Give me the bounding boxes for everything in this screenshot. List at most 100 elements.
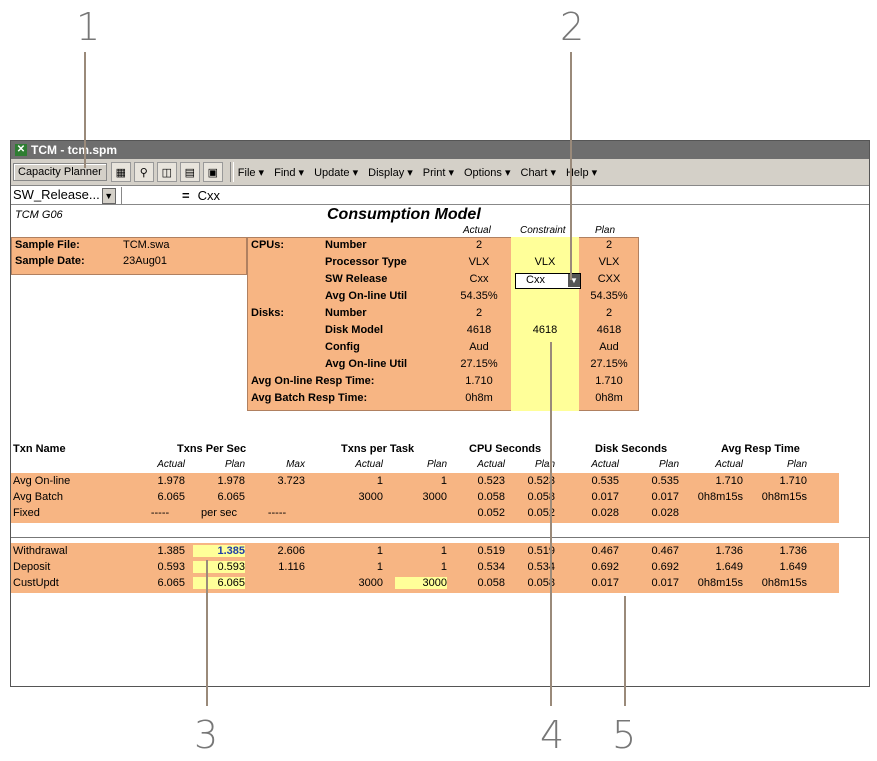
txn-sub-head: Actual	[157, 459, 185, 470]
summary-row-cell: 0.017	[591, 491, 619, 503]
config-row-label: Disk Model	[325, 324, 384, 336]
config-row-actual: 4618	[466, 324, 492, 336]
application-window: ✕ TCM - tcm.spm Capacity Planner ▦ ⚲ ◫ ▤…	[10, 140, 870, 687]
name-box[interactable]: SW_Release... ▼	[11, 186, 122, 204]
txn-sub-head: Plan	[224, 459, 245, 470]
detail-row-cell[interactable]: 1.385	[193, 545, 245, 557]
detail-row-name: Withdrawal	[13, 545, 68, 557]
callout-line-5	[624, 596, 626, 706]
summary-row-cell: 0.535	[651, 475, 679, 487]
menu-file[interactable]: File ▾	[238, 166, 264, 179]
detail-row-name: Deposit	[13, 561, 51, 573]
summary-row-cell: 0.052	[477, 507, 505, 519]
detail-row-cell: 0.058	[527, 577, 555, 589]
detail-row-cell: 0.467	[651, 545, 679, 557]
detail-row-cell[interactable]: 6.065	[193, 577, 245, 589]
txn-group-head: Avg Resp Time	[721, 443, 800, 455]
config-row-label: Config	[325, 341, 360, 353]
detail-row-cell: 0.519	[477, 545, 505, 557]
txn-divider	[11, 537, 869, 538]
txn-sub-head: Actual	[715, 459, 743, 470]
detail-row-cell: 6.065	[157, 577, 185, 589]
config-row-constraint[interactable]: 4618	[513, 324, 577, 336]
detail-row-name: CustUpdt	[13, 577, 59, 589]
menu-options[interactable]: Options ▾	[464, 166, 511, 179]
sample-file-value[interactable]: TCM.swa	[123, 239, 169, 251]
detail-row-cell: 1.385	[157, 545, 185, 557]
app-icon: ✕	[15, 144, 27, 156]
callout-1: 1	[76, 5, 101, 49]
txn-sub-head: Plan	[426, 459, 447, 470]
summary-row-cell: 3000	[422, 491, 447, 503]
sw-release-constraint-value: Cxx	[526, 274, 545, 286]
cpus-label: CPUs:	[251, 239, 285, 251]
config-row-label: Avg On-line Util	[325, 358, 408, 370]
txn-sub-head: Actual	[591, 459, 619, 470]
name-box-value: SW_Release...	[13, 186, 100, 202]
detail-row-cell: 0h8m15s	[697, 577, 743, 589]
summary-row-cell: 0.058	[527, 491, 555, 503]
config-row-constraint[interactable]: VLX	[513, 256, 577, 268]
txn-sub-head: Actual	[477, 459, 505, 470]
summary-row-name: Avg On-line	[13, 475, 71, 487]
summary-row-cell: 6.065	[157, 491, 185, 503]
callout-line-4	[550, 342, 552, 706]
config-row-actual: 54.35%	[460, 290, 498, 302]
callout-4: 4	[540, 713, 565, 757]
config-row-plan: 4618	[596, 324, 622, 336]
name-box-dropdown-icon[interactable]: ▼	[101, 187, 116, 204]
detail-row-cell: 1.649	[779, 561, 807, 573]
menu-display[interactable]: Display ▾	[368, 166, 413, 179]
sample-date-value[interactable]: 23Aug01	[123, 255, 167, 267]
detail-row-cell: 1.649	[715, 561, 743, 573]
summary-row-cell: per sec	[200, 507, 238, 519]
menu-print[interactable]: Print ▾	[423, 166, 454, 179]
summary-row-name: Fixed	[13, 507, 40, 519]
detail-row-cell[interactable]: 3000	[395, 577, 447, 589]
detail-row-cell: 1.736	[715, 545, 743, 557]
detail-row-cell: 1.736	[779, 545, 807, 557]
summary-row-cell: 0.523	[527, 475, 555, 487]
detail-row-cell: 1	[376, 561, 383, 573]
txn-group-head: Txns per Task	[341, 443, 415, 455]
summary-row-cell: 0.523	[477, 475, 505, 487]
table-icon[interactable]: ▤	[179, 162, 200, 182]
search-icon[interactable]: ⚲	[133, 162, 154, 182]
calculator-icon[interactable]: ▣	[202, 162, 223, 182]
menu-find[interactable]: Find ▾	[274, 166, 304, 179]
detail-row-cell[interactable]: 0.593	[193, 561, 245, 573]
config-row-actual: 1.710	[465, 375, 493, 387]
summary-row-cell: 6.065	[217, 491, 245, 503]
capacity-planner-button[interactable]: Capacity Planner	[13, 163, 107, 181]
title-bar: ✕ TCM - tcm.spm	[11, 141, 869, 159]
view-icon[interactable]: ◫	[156, 162, 177, 182]
config-row-plan: CXX	[597, 273, 621, 285]
detail-row-cell: 0.058	[477, 577, 505, 589]
summary-row-cell: 0.058	[477, 491, 505, 503]
sheet-title: Consumption Model	[327, 206, 481, 223]
config-row-plan: Aud	[599, 341, 619, 353]
spreadsheet-area: TCM G06 Consumption Model Actual Constra…	[11, 205, 869, 686]
config-row-actual: 27.15%	[460, 358, 498, 370]
summary-row-cell: 3000	[358, 491, 383, 503]
summary-row-name: Avg Batch	[13, 491, 63, 503]
summary-row-cell: -----	[267, 507, 287, 519]
menu-chart[interactable]: Chart ▾	[521, 166, 556, 179]
formula-value[interactable]: Cxx	[198, 188, 220, 203]
menu-update[interactable]: Update ▾	[314, 166, 358, 179]
sample-date-label: Sample Date:	[15, 255, 85, 267]
col-head-actual: Actual	[463, 225, 491, 236]
config-row-label: Processor Type	[325, 256, 407, 268]
chart-edit-icon[interactable]: ▦	[110, 162, 131, 182]
callout-line-2	[570, 52, 572, 280]
summary-row-cell: 0.052	[527, 507, 555, 519]
callout-3: 3	[194, 713, 219, 757]
detail-row-cell: 0.692	[591, 561, 619, 573]
detail-row-cell: 1	[440, 561, 447, 573]
callout-line-3	[206, 560, 208, 706]
txn-group-head: Disk Seconds	[595, 443, 668, 455]
summary-row-cell: 1.978	[157, 475, 185, 487]
detail-row-cell: 0.017	[651, 577, 679, 589]
summary-row-cell: 0h8m15s	[761, 491, 807, 503]
config-row-actual: Cxx	[469, 273, 489, 285]
